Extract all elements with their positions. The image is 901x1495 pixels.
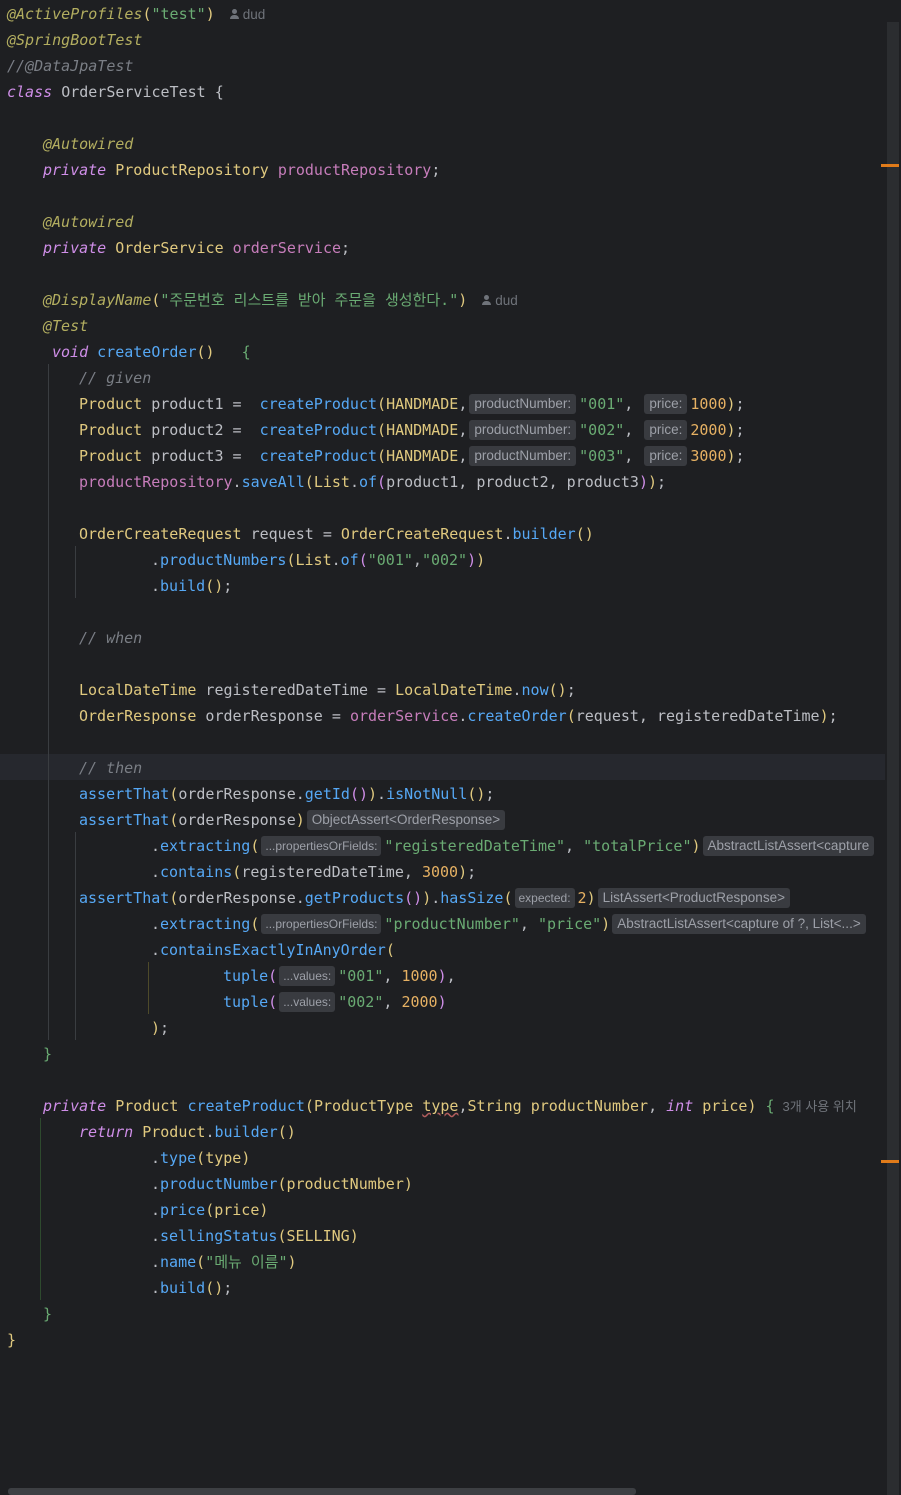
code-line: assertThat(orderResponse) ObjectAssert<Or… bbox=[79, 807, 508, 833]
code-line: OrderResponse orderResponse = orderServi… bbox=[79, 707, 838, 725]
code-line: .extracting(...propertiesOrFields: "regis… bbox=[151, 833, 877, 859]
code-line: private Product createProduct(ProductTyp… bbox=[43, 1097, 857, 1115]
indent-guide bbox=[75, 832, 76, 1040]
code-line: } bbox=[7, 1331, 17, 1349]
code-line: Product product1 = createProduct(HANDMAD… bbox=[79, 394, 745, 414]
code-line: .containsExactlyInAnyOrder( bbox=[151, 941, 395, 959]
code-line: tuple(...values: "002", 2000) bbox=[223, 992, 447, 1012]
warning-marker[interactable] bbox=[881, 164, 899, 167]
user-icon bbox=[481, 295, 492, 305]
parameter-hint: ...values: bbox=[279, 992, 336, 1012]
code-line: .build(); bbox=[151, 577, 233, 595]
code-line: //@DataJpaTest bbox=[7, 57, 134, 75]
parameter-hint: productNumber: bbox=[469, 420, 577, 440]
code-line: @ActiveProfiles("test") dud bbox=[7, 1, 265, 27]
code-line: } bbox=[43, 1305, 53, 1323]
code-editor[interactable]: @ActiveProfiles("test") dud @SpringBootTe… bbox=[0, 0, 885, 1495]
type-hint: AbstractListAssert<capture of ?, List<..… bbox=[612, 914, 866, 934]
code-line: assertThat(orderResponse.getProducts()).… bbox=[79, 885, 793, 911]
code-line: @DisplayName("주문번호 리스트를 받아 주문을 생성한다.") du… bbox=[43, 287, 518, 313]
code-line: .price(price) bbox=[151, 1201, 269, 1219]
parameter-hint: productNumber: bbox=[469, 394, 577, 414]
indent-guide bbox=[75, 546, 76, 598]
code-line: .contains(registeredDateTime, 3000); bbox=[151, 863, 477, 881]
parameter-hint: productNumber: bbox=[469, 446, 577, 466]
usages-hint[interactable]: 3개 사용 위치 bbox=[783, 1099, 857, 1114]
code-line: @SpringBootTest bbox=[7, 31, 143, 49]
code-line: assertThat(orderResponse.getId()).isNotN… bbox=[79, 785, 495, 803]
code-line: .build(); bbox=[151, 1279, 233, 1297]
code-line: class OrderServiceTest { bbox=[7, 83, 224, 101]
code-line: private OrderService orderService; bbox=[43, 239, 351, 257]
user-icon bbox=[229, 9, 239, 19]
parameter-hint: ...propertiesOrFields: bbox=[261, 836, 382, 856]
author-hint[interactable]: dud bbox=[481, 288, 518, 314]
vertical-scrollbar[interactable] bbox=[887, 22, 899, 1495]
code-line: Product product2 = createProduct(HANDMAD… bbox=[79, 420, 745, 440]
code-line: .name("메뉴 이름") bbox=[151, 1253, 297, 1271]
code-line: Product product3 = createProduct(HANDMAD… bbox=[79, 446, 745, 466]
type-hint: AbstractListAssert<capture bbox=[702, 836, 875, 856]
code-line: void createOrder() { bbox=[52, 343, 251, 361]
code-line: tuple(...values: "001", 1000), bbox=[223, 966, 456, 986]
code-line: @Test bbox=[43, 317, 89, 335]
code-line: LocalDateTime registeredDateTime = Local… bbox=[79, 681, 576, 699]
code-line: productRepository.saveAll(List.of(produc… bbox=[79, 473, 667, 491]
author-hint[interactable]: dud bbox=[229, 2, 265, 28]
code-line: // when bbox=[79, 629, 143, 647]
parameter-hint: expected: bbox=[514, 888, 575, 908]
code-line: .extracting(...propertiesOrFields: "produ… bbox=[151, 911, 869, 937]
code-line: // given bbox=[79, 369, 152, 387]
parameter-hint: price: bbox=[644, 446, 688, 466]
horizontal-scrollbar[interactable] bbox=[8, 1488, 636, 1495]
code-line: ); bbox=[151, 1019, 170, 1037]
code-line: return Product.builder() bbox=[79, 1123, 296, 1141]
parameter-hint: price: bbox=[644, 394, 688, 414]
indent-guide bbox=[148, 962, 149, 1014]
indent-guide bbox=[40, 1118, 41, 1300]
code-line: OrderCreateRequest request = OrderCreate… bbox=[79, 525, 594, 543]
type-hint: ListAssert<ProductResponse> bbox=[597, 888, 790, 908]
code-line: } bbox=[43, 1045, 53, 1063]
type-hint: ObjectAssert<OrderResponse> bbox=[306, 810, 506, 830]
warning-marker[interactable] bbox=[881, 1160, 899, 1163]
parameter-hint: ...values: bbox=[279, 966, 336, 986]
parameter-hint: ...propertiesOrFields: bbox=[261, 914, 382, 934]
indent-guide bbox=[48, 364, 49, 1040]
code-line: .type(type) bbox=[151, 1149, 251, 1167]
code-line: .productNumber(productNumber) bbox=[151, 1175, 413, 1193]
code-line: private ProductRepository productReposit… bbox=[43, 161, 441, 179]
code-line: @Autowired bbox=[43, 135, 134, 153]
code-line: .sellingStatus(SELLING) bbox=[151, 1227, 359, 1245]
code-line: @Autowired bbox=[43, 213, 134, 231]
parameter-hint: price: bbox=[644, 420, 688, 440]
code-line: .productNumbers(List.of("001","002")) bbox=[151, 551, 486, 569]
code-line: // then bbox=[79, 759, 143, 777]
